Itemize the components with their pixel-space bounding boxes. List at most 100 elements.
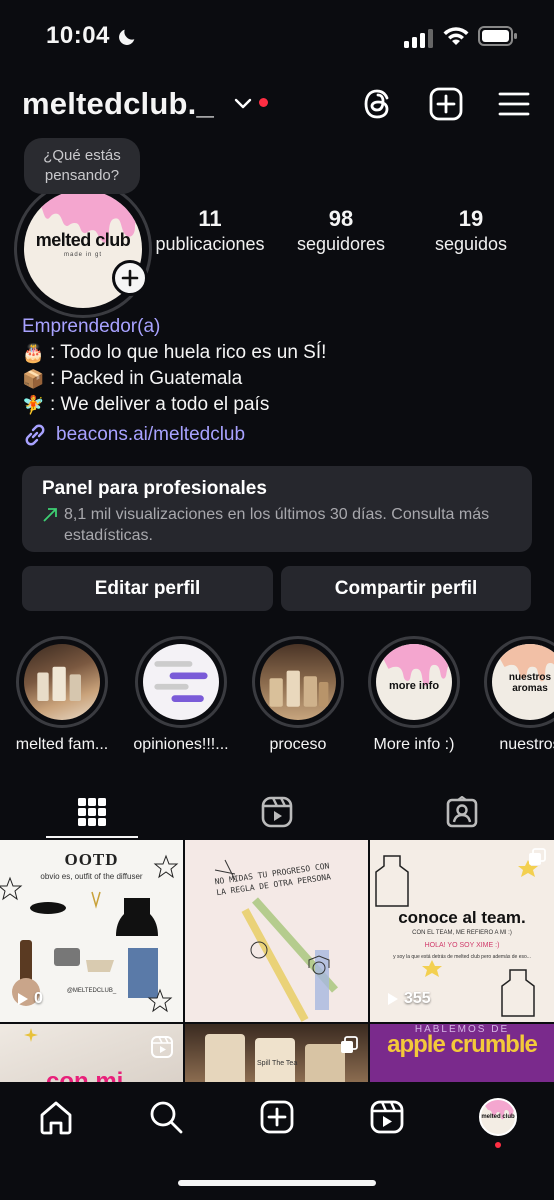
- avatar-ring: melted club made in gt: [14, 180, 152, 318]
- post-thumbnail[interactable]: OOTD obvio es, outfit of the diffuser @M…: [0, 840, 183, 1022]
- play-count-icon: [388, 993, 398, 1005]
- bio-link-text[interactable]: beacons.ai/meltedclub: [56, 424, 245, 446]
- chevron-down-icon[interactable]: [234, 98, 252, 110]
- nav-reels[interactable]: [368, 1098, 406, 1136]
- profile-avatar[interactable]: melted club made in gt: [14, 180, 152, 318]
- sparkle-icon: [24, 1028, 38, 1042]
- highlight-item[interactable]: nuestros aromas nuestros: [480, 636, 554, 754]
- bio-text: : We deliver a todo el país: [50, 394, 270, 415]
- post-thumbnail[interactable]: Spill The Tea: [185, 1024, 368, 1085]
- tagged-person-icon: [446, 796, 478, 828]
- bio-text: : Packed in Guatemala: [50, 368, 243, 389]
- post-title: conoce al team.: [398, 908, 526, 927]
- profile-notification-dot: [495, 1142, 501, 1148]
- highlight-label: nuestros: [499, 736, 554, 753]
- profile-avatar-small: melted club: [479, 1098, 517, 1136]
- play-count-icon: [18, 993, 28, 1005]
- reels-icon: [370, 1100, 404, 1134]
- status-time: 10:04: [46, 22, 110, 49]
- note-bubble[interactable]: ¿Qué estás pensando?: [24, 138, 140, 194]
- username-switcher[interactable]: meltedclub._: [22, 86, 214, 122]
- post-thumbnail[interactable]: NO MIDAS TU PROGRESO CON LA REGLA DE OTR…: [185, 840, 368, 1022]
- bio-line: 📦: Packed in Guatemala: [22, 366, 532, 392]
- nav-profile[interactable]: melted club: [479, 1098, 517, 1148]
- share-profile-button[interactable]: Compartir perfil: [281, 566, 531, 611]
- post-thumbnail[interactable]: con mi: [0, 1024, 183, 1085]
- plus-icon: [121, 269, 139, 287]
- nav-search[interactable]: [147, 1098, 185, 1136]
- active-tab-indicator: [46, 836, 138, 838]
- package-icon: 📦: [22, 369, 45, 389]
- edit-profile-button[interactable]: Editar perfil: [22, 566, 273, 611]
- signal-icon: [404, 29, 433, 48]
- post-thumbnail[interactable]: conoce al team. CON EL TEAM, ME REFIERO …: [370, 840, 554, 1022]
- post-greeting: HOLA! YO SOY XIME :): [424, 942, 500, 949]
- profile-avatar-small-text: melted club: [481, 1114, 515, 1120]
- highlight-cover-text: nuestros aromas: [508, 672, 552, 694]
- view-count: 0: [14, 990, 43, 1008]
- carousel-icon: [529, 848, 546, 865]
- highlight-ring: [16, 636, 108, 728]
- highlight-item[interactable]: proceso: [248, 636, 348, 754]
- post-subtitle: CON EL TEAM, ME REFIERO A MI :): [412, 930, 512, 936]
- tab-reels[interactable]: [257, 792, 297, 832]
- menu-icon[interactable]: [496, 84, 532, 124]
- highlight-label: More info :): [373, 736, 455, 753]
- highlight-label: opiniones!!!...: [133, 736, 229, 753]
- post-detail: y soy la que está detrás de melted club …: [393, 954, 531, 960]
- bio-line: 🧚: We deliver a todo el país: [22, 392, 532, 418]
- threads-icon[interactable]: [360, 84, 396, 124]
- home-icon: [40, 1101, 72, 1135]
- stat-label: seguidores: [296, 234, 386, 254]
- moon-icon: [119, 29, 135, 45]
- bio-text: : Todo lo que huela rico es un SÍ!: [50, 342, 327, 363]
- stat-following[interactable]: 19 seguidos: [418, 206, 524, 255]
- nav-create[interactable]: [258, 1098, 296, 1136]
- professional-dashboard[interactable]: Panel para profesionales 8,1 mil visuali…: [22, 466, 532, 552]
- create-icon: [260, 1100, 294, 1134]
- create-post-icon[interactable]: [428, 84, 464, 124]
- highlight-cover: more info: [376, 644, 452, 720]
- highlight-cover: nuestros aromas: [492, 644, 554, 720]
- bottles-graphic: [269, 670, 329, 707]
- stat-label: seguidos: [434, 234, 508, 254]
- posts-grid: OOTD obvio es, outfit of the diffuser @M…: [0, 840, 554, 1085]
- tab-posts-grid[interactable]: [72, 792, 112, 832]
- highlight-item[interactable]: more info More info :): [364, 636, 464, 754]
- profile-header: meltedclub._: [0, 80, 554, 130]
- search-icon: [150, 1101, 183, 1134]
- highlight-cover: [24, 644, 100, 720]
- reel-indicator-icon: [151, 1036, 173, 1058]
- fairy-icon: 🧚: [22, 395, 45, 415]
- tab-tagged[interactable]: [442, 792, 482, 832]
- wifi-icon: [443, 27, 469, 45]
- stat-value: 19: [458, 206, 484, 231]
- highlight-ring: [252, 636, 344, 728]
- highlight-label: melted fam...: [15, 736, 109, 753]
- reels-icon: [261, 796, 293, 828]
- grid-icon: [78, 798, 106, 826]
- stat-label: publicaciones: [155, 234, 265, 254]
- panel-desc-text: 8,1 mil visualizaciones en los últimos 3…: [64, 506, 490, 544]
- highlight-cover: [260, 644, 336, 720]
- home-indicator: [178, 1180, 376, 1186]
- bio: Emprendedor(a) 🎂: Todo lo que huela rico…: [22, 314, 532, 418]
- stat-followers[interactable]: 98 seguidores: [282, 206, 400, 255]
- cake-icon: 🎂: [22, 343, 45, 363]
- view-count-value: 355: [404, 990, 431, 1007]
- stat-posts[interactable]: 11 publicaciones: [150, 206, 270, 255]
- highlight-item[interactable]: melted fam...: [12, 636, 112, 754]
- add-story-button[interactable]: [112, 260, 148, 296]
- status-bar: 10:04: [0, 0, 554, 72]
- highlight-item[interactable]: opiniones!!!...: [131, 636, 231, 754]
- bio-link[interactable]: beacons.ai/meltedclub: [22, 422, 245, 448]
- post-text: Spill The Tea: [257, 1060, 298, 1067]
- carousel-icon: [341, 1036, 358, 1053]
- highlight-ring: [135, 636, 227, 728]
- battery-icon: [478, 26, 517, 46]
- nav-home[interactable]: [37, 1098, 75, 1136]
- panel-title: Panel para profesionales: [42, 478, 267, 499]
- category-label: Emprendedor(a): [22, 316, 161, 337]
- post-thumbnail[interactable]: HABLEMOS DE apple crumble: [370, 1024, 554, 1085]
- bio-line: 🎂: Todo lo que huela rico es un SÍ!: [22, 340, 532, 366]
